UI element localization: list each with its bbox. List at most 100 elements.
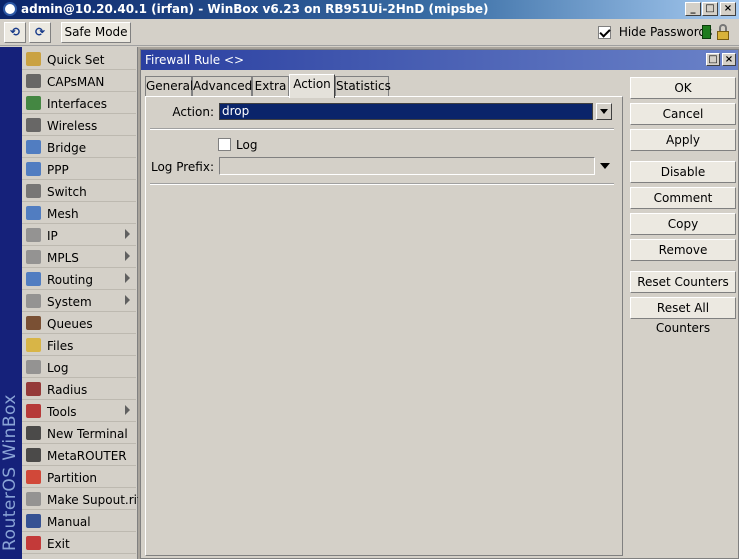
action-dropdown-arrow[interactable]: [596, 103, 612, 120]
sidebar-item-wireless[interactable]: Wireless: [22, 115, 136, 136]
sidebar-item-ip[interactable]: IP: [22, 225, 136, 246]
metarouter-icon: [26, 448, 41, 462]
sidebar-item-label: System: [47, 295, 92, 309]
sidebar-item-mpls[interactable]: MPLS: [22, 247, 136, 268]
tab-action[interactable]: Action: [289, 74, 335, 98]
queues-icon: [26, 316, 41, 330]
disable-button[interactable]: Disable: [630, 161, 736, 183]
sidebar-item-partition[interactable]: Partition: [22, 467, 136, 488]
submenu-arrow-icon: [125, 295, 130, 305]
sidebar-item-bridge[interactable]: Bridge: [22, 137, 136, 158]
mesh-icon: [26, 206, 41, 220]
log-label: Log: [236, 138, 258, 152]
apply-button[interactable]: Apply: [630, 129, 736, 151]
remove-button[interactable]: Remove: [630, 239, 736, 261]
radius-icon: [26, 382, 41, 396]
reset-all-counters-button[interactable]: Reset All Counters: [630, 297, 736, 335]
dialog-close-button[interactable]: ×: [722, 53, 736, 66]
sidebar-item-tools[interactable]: Tools: [22, 401, 136, 422]
log-prefix-dropdown-arrow[interactable]: [600, 163, 610, 169]
window-title-bar[interactable]: admin@10.20.40.1 (irfan) - WinBox v6.23 …: [0, 0, 739, 19]
tab-advanced[interactable]: Advanced: [192, 76, 252, 96]
sidebar-item-files[interactable]: Files: [22, 335, 136, 356]
sidebar-item-capsman[interactable]: CAPsMAN: [22, 71, 136, 92]
sidebar-item-exit[interactable]: Exit: [22, 533, 136, 554]
tools-icon: [26, 404, 41, 418]
safe-mode-button[interactable]: Safe Mode: [61, 22, 131, 43]
sidebar-menu: Quick Set CAPsMAN Interfaces Wireless Bridge…: [22, 47, 141, 559]
sidebar-item-make-supout-rif[interactable]: Make Supout.rif: [22, 489, 141, 510]
sidebar-item-label: IP: [47, 229, 58, 243]
sidebar-item-metarouter[interactable]: MetaROUTER: [22, 445, 136, 466]
sidebar-item-ppp[interactable]: PPP: [22, 159, 136, 180]
brand-text: RouterOS WinBox: [0, 394, 20, 551]
submenu-arrow-icon: [125, 405, 130, 415]
sidebar-item-routing[interactable]: Routing: [22, 269, 136, 290]
action-tab-panel: Action: drop Log Log Prefix:: [145, 96, 623, 556]
log-prefix-label: Log Prefix:: [150, 160, 214, 174]
wireless-icon: [26, 118, 41, 132]
terminal-icon: [26, 426, 41, 440]
undo-button[interactable]: ⟲: [4, 22, 26, 43]
minimize-button[interactable]: _: [685, 2, 701, 16]
sidebar-item-radius[interactable]: Radius: [22, 379, 136, 400]
undo-icon: ⟲: [9, 25, 21, 39]
tab-general[interactable]: General: [145, 76, 193, 96]
tab-statistics[interactable]: Statistics: [335, 76, 391, 96]
mpls-icon: [26, 250, 41, 264]
exit-icon: [26, 536, 41, 550]
sidebar-item-label: Manual: [47, 515, 91, 529]
bridge-icon: [26, 140, 41, 154]
submenu-arrow-icon: [125, 273, 130, 283]
sidebar-item-label: Switch: [47, 185, 87, 199]
connection-status-icon: [702, 25, 711, 39]
sidebar-item-switch[interactable]: Switch: [22, 181, 136, 202]
reset-counters-button[interactable]: Reset Counters: [630, 271, 736, 293]
copy-button[interactable]: Copy: [630, 213, 736, 235]
tab-extra[interactable]: Extra: [252, 76, 289, 96]
ppp-icon: [26, 162, 41, 176]
firewall-rule-dialog: Firewall Rule <> □ × General Advanced Ex…: [140, 49, 739, 559]
sidebar-item-system[interactable]: System: [22, 291, 136, 312]
interfaces-icon: [26, 96, 41, 110]
sidebar-item-label: CAPsMAN: [47, 75, 105, 89]
sidebar-item-label: Bridge: [47, 141, 87, 155]
comment-button[interactable]: Comment: [630, 187, 736, 209]
log-icon: [26, 360, 41, 374]
capsman-icon: [26, 74, 41, 88]
sidebar-item-manual[interactable]: Manual: [22, 511, 136, 532]
log-checkbox[interactable]: [218, 138, 231, 151]
sidebar-item-queues[interactable]: Queues: [22, 313, 136, 334]
sidebar-item-log[interactable]: Log: [22, 357, 136, 378]
sidebar-item-label: Queues: [47, 317, 93, 331]
sidebar-item-label: Mesh: [47, 207, 79, 221]
hide-passwords-option[interactable]: Hide Passwords: [598, 25, 712, 39]
hide-passwords-checkbox[interactable]: [598, 26, 611, 39]
dialog-title-bar[interactable]: Firewall Rule <> □ ×: [141, 50, 738, 70]
maximize-button[interactable]: □: [702, 2, 718, 16]
cancel-button[interactable]: Cancel: [630, 103, 736, 125]
sidebar-item-new-terminal[interactable]: New Terminal: [22, 423, 136, 444]
sidebar-item-label: MPLS: [47, 251, 79, 265]
sidebar-item-label: Interfaces: [47, 97, 107, 111]
log-prefix-input[interactable]: [219, 157, 595, 175]
sidebar-item-label: Routing: [47, 273, 94, 287]
separator: [150, 128, 614, 130]
sidebar-item-label: Tools: [47, 405, 77, 419]
sidebar-item-label: Radius: [47, 383, 88, 397]
redo-icon: ⟳: [34, 25, 46, 39]
submenu-arrow-icon: [125, 251, 130, 261]
hide-passwords-label: Hide Passwords: [618, 25, 713, 39]
sidebar-item-label: Partition: [47, 471, 98, 485]
ok-button[interactable]: OK: [630, 77, 736, 99]
dialog-maximize-button[interactable]: □: [706, 53, 720, 66]
close-button[interactable]: ×: [720, 2, 736, 16]
sidebar-item-mesh[interactable]: Mesh: [22, 203, 136, 224]
sidebar-item-interfaces[interactable]: Interfaces: [22, 93, 136, 114]
action-select[interactable]: drop: [219, 103, 593, 120]
redo-button[interactable]: ⟳: [29, 22, 51, 43]
sidebar-item-label: Exit: [47, 537, 70, 551]
sidebar-item-label: Files: [47, 339, 74, 353]
dialog-title: Firewall Rule <>: [145, 53, 245, 67]
sidebar-item-quick-set[interactable]: Quick Set: [22, 49, 136, 70]
